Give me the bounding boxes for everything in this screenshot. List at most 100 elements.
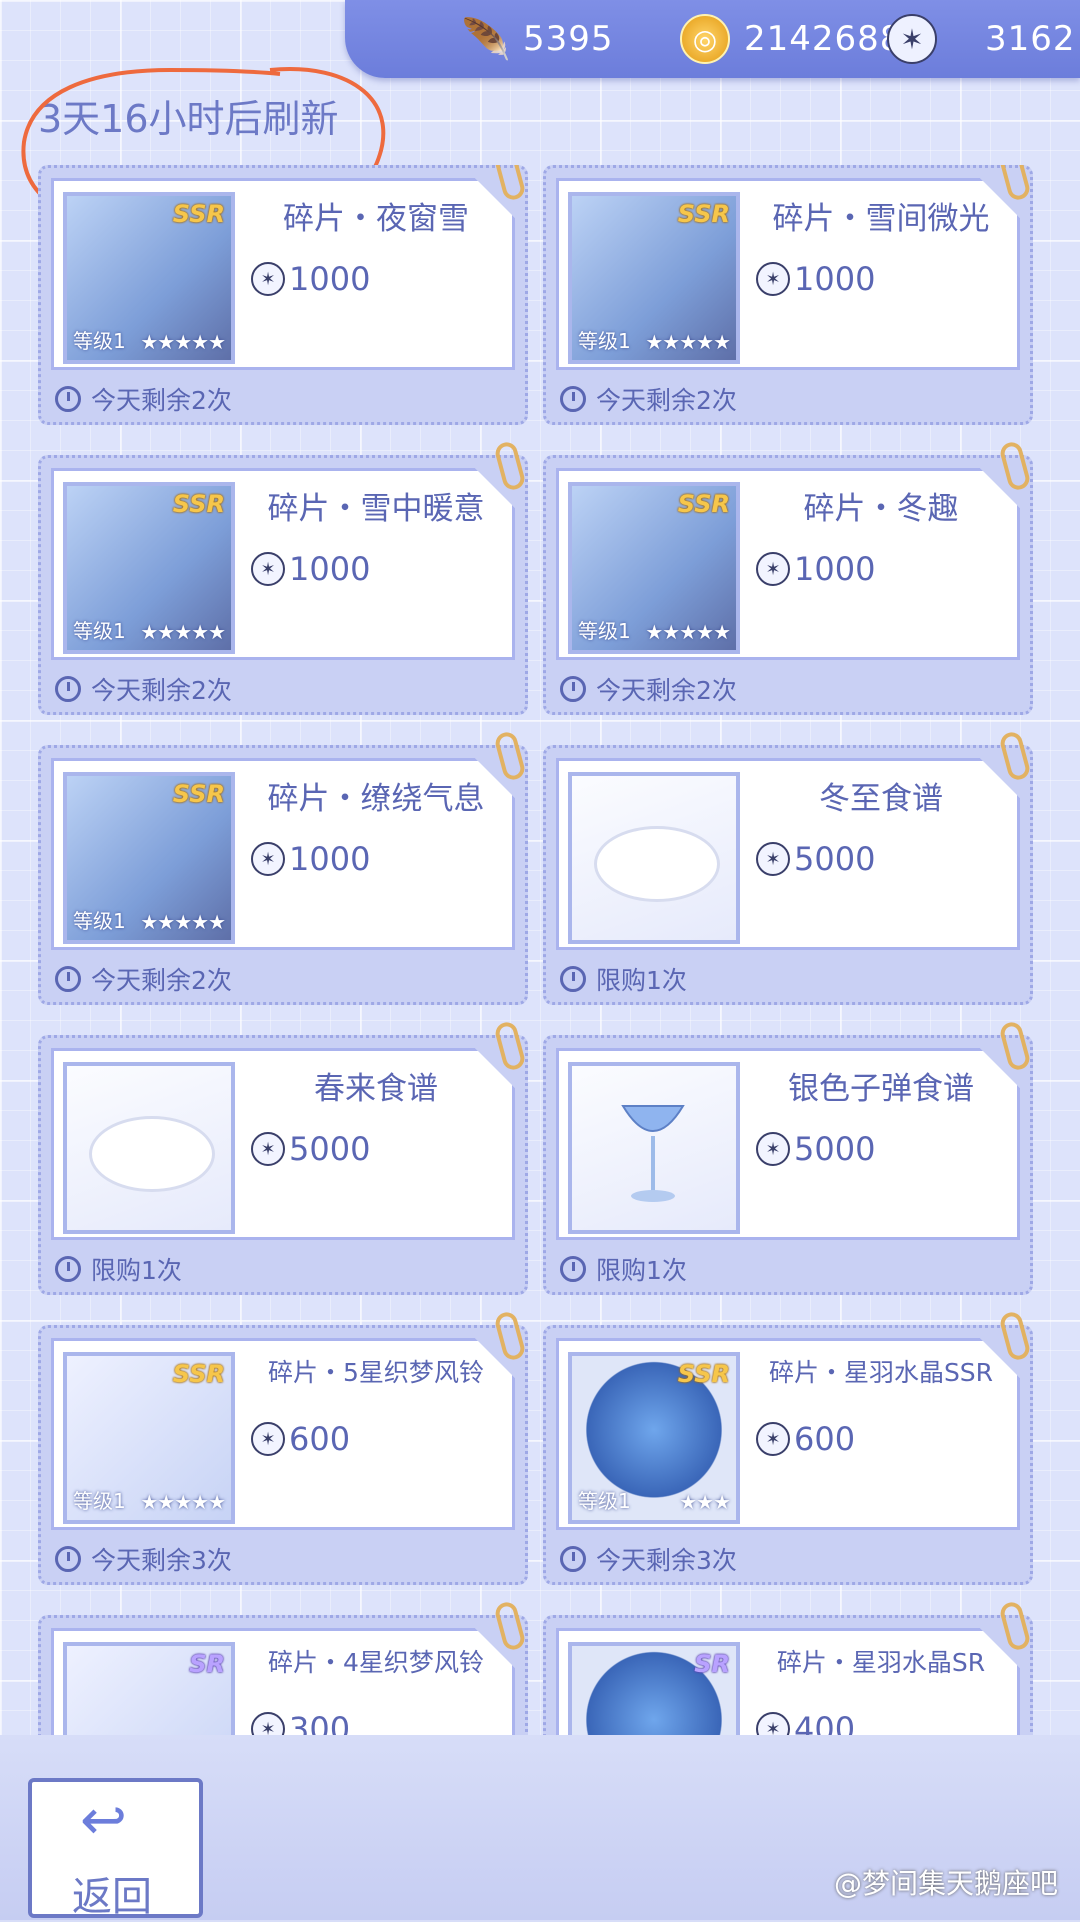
rarity-badge: SSR [172, 1360, 225, 1388]
item-title: 碎片・缭绕气息 [267, 781, 485, 817]
level-label: 等级1 [73, 909, 126, 933]
snowman-cookie-plate-image [89, 1116, 215, 1192]
item-thumbnail: SSR 等级1 ★★★★★ [63, 772, 235, 944]
shop-item-card[interactable]: SSR 等级1 ★★★★★ 碎片・雪间微光 ✶ 1000 今天剩余2次 [543, 165, 1033, 425]
purchase-limit: 今天剩余2次 [55, 381, 232, 417]
cocktail-glass-image [621, 1105, 685, 1202]
price-value: 1000 [289, 550, 371, 588]
compass-count: 3162 [985, 19, 1076, 59]
item-thumbnail: SSR 等级1 ★★★★★ [63, 1352, 235, 1524]
clock-icon [55, 676, 81, 702]
coin-currency[interactable]: ◎ 2142688 [680, 12, 902, 66]
shop-item-card[interactable]: 冬至食谱 ✶ 5000 限购1次 [543, 729, 1033, 1005]
level-label: 等级1 [578, 619, 631, 643]
star-rating: ★★★★★ [645, 330, 731, 354]
level-label: 等级1 [578, 329, 631, 353]
price-value: 5000 [794, 840, 876, 878]
level-label: 等级1 [578, 1489, 631, 1513]
item-thumbnail: SSR 等级1 ★★★ [568, 1352, 740, 1524]
item-thumbnail [63, 1062, 235, 1234]
compass-icon: ✶ [251, 552, 285, 586]
shop-item-card[interactable]: SSR 等级1 ★★★ 碎片・星羽水晶SSR ✶ 600 今天剩余3次 [543, 1309, 1033, 1585]
coin-icon: ◎ [680, 14, 730, 64]
compass-icon: ✶ [251, 262, 285, 296]
item-thumbnail [568, 772, 740, 944]
cookie-plate-image [594, 826, 720, 902]
star-rating: ★★★★★ [140, 620, 226, 644]
compass-currency[interactable]: ✶ 3162 [887, 12, 1076, 66]
item-thumbnail: SSR 等级1 ★★★★★ [63, 482, 235, 654]
purchase-limit: 今天剩余2次 [55, 961, 232, 997]
shop-item-card[interactable]: SSR 等级1 ★★★★★ 碎片・夜窗雪 ✶ 1000 今天剩余2次 [38, 165, 528, 425]
rarity-badge: SSR [172, 490, 225, 518]
back-button[interactable]: ↩ 返回 [28, 1778, 203, 1920]
price-value: 1000 [794, 260, 876, 298]
price-value: 600 [794, 1420, 856, 1458]
purchase-limit: 限购1次 [560, 1251, 687, 1287]
limit-text: 今天剩余2次 [91, 676, 232, 705]
item-price: ✶ 1000 [251, 840, 370, 878]
purchase-limit: 限购1次 [560, 961, 687, 997]
item-price: ✶ 600 [756, 1420, 855, 1458]
purchase-limit: 今天剩余2次 [55, 671, 232, 707]
price-value: 300 [289, 1710, 351, 1735]
shop-item-card[interactable]: SSR 等级1 ★★★★★ 碎片・缭绕气息 ✶ 1000 今天剩余2次 [38, 729, 528, 1005]
clock-icon [560, 1546, 586, 1572]
item-title: 碎片・夜窗雪 [283, 201, 469, 237]
item-price: ✶ 1000 [756, 260, 875, 298]
price-value: 1000 [794, 550, 876, 588]
item-thumbnail: SR [568, 1642, 740, 1735]
item-thumbnail: SSR 等级1 ★★★★★ [63, 192, 235, 364]
item-thumbnail [568, 1062, 740, 1234]
item-price: ✶ 1000 [251, 550, 370, 588]
item-price: ✶ 5000 [251, 1130, 370, 1168]
item-title: 碎片・星羽水晶SR [776, 1648, 986, 1677]
compass-icon: ✶ [887, 14, 937, 64]
watermark: @梦间集天鹅座吧 [833, 1867, 1058, 1900]
compass-icon: ✶ [756, 262, 790, 296]
shop-item-card[interactable]: 银色子弹食谱 ✶ 5000 限购1次 [543, 1019, 1033, 1295]
item-thumbnail: SSR 等级1 ★★★★★ [568, 192, 740, 364]
star-rating: ★★★ [679, 1490, 731, 1514]
rarity-badge: SSR [677, 1360, 730, 1388]
rarity-badge: SR [189, 1650, 225, 1678]
price-value: 1000 [289, 840, 371, 878]
shop-item-card[interactable]: SSR 等级1 ★★★★★ 碎片・雪中暖意 ✶ 1000 今天剩余2次 [38, 439, 528, 715]
feather-currency[interactable]: 🪶 5395 [461, 12, 614, 66]
feather-count: 5395 [523, 19, 614, 59]
level-label: 等级1 [73, 619, 126, 643]
item-thumbnail: SSR 等级1 ★★★★★ [568, 482, 740, 654]
limit-text: 限购1次 [91, 1256, 182, 1285]
rarity-badge: SSR [677, 490, 730, 518]
item-title: 碎片・星羽水晶SSR [768, 1358, 994, 1387]
clock-icon [55, 1546, 81, 1572]
limit-text: 今天剩余3次 [596, 1546, 737, 1575]
shop-item-card[interactable]: SR 碎片・星羽水晶SR ✶ 400 [543, 1599, 1033, 1735]
compass-icon: ✶ [251, 1132, 285, 1166]
rarity-badge: SSR [677, 200, 730, 228]
limit-text: 今天剩余3次 [91, 1546, 232, 1575]
shop-item-card[interactable]: SSR 等级1 ★★★★★ 碎片・冬趣 ✶ 1000 今天剩余2次 [543, 439, 1033, 715]
item-price: ✶ 5000 [756, 840, 875, 878]
limit-text: 限购1次 [596, 1256, 687, 1285]
item-price: ✶ 300 [251, 1710, 350, 1735]
shop-item-card[interactable]: SR 碎片・4星织梦风铃 ✶ 300 [38, 1599, 528, 1735]
clock-icon [55, 966, 81, 992]
clock-icon [560, 1256, 586, 1282]
item-price: ✶ 5000 [756, 1130, 875, 1168]
limit-text: 今天剩余2次 [596, 676, 737, 705]
item-price: ✶ 1000 [756, 550, 875, 588]
item-title: 碎片・冬趣 [803, 491, 959, 527]
shop-item-card[interactable]: 春来食谱 ✶ 5000 限购1次 [38, 1019, 528, 1295]
clock-icon [55, 386, 81, 412]
star-rating: ★★★★★ [140, 1490, 226, 1514]
compass-icon: ✶ [756, 1422, 790, 1456]
shop-item-card[interactable]: SSR 等级1 ★★★★★ 碎片・5星织梦风铃 ✶ 600 今天剩余3次 [38, 1309, 528, 1585]
star-rating: ★★★★★ [140, 330, 226, 354]
price-value: 5000 [794, 1130, 876, 1168]
star-rating: ★★★★★ [140, 910, 226, 934]
compass-icon: ✶ [756, 842, 790, 876]
limit-text: 限购1次 [596, 966, 687, 995]
coin-count: 2142688 [744, 19, 903, 59]
purchase-limit: 今天剩余3次 [55, 1541, 232, 1577]
